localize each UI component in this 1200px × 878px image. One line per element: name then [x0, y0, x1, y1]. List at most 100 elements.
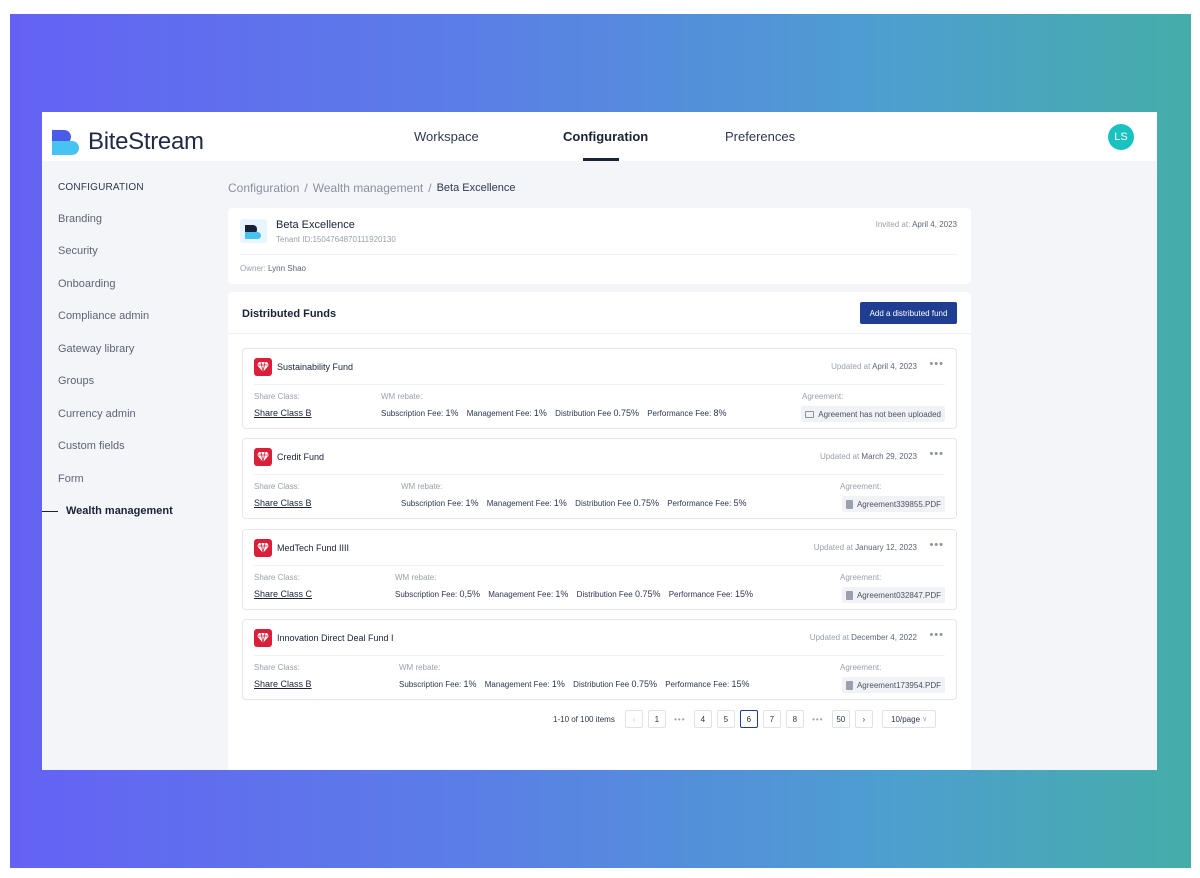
page-size-select[interactable]: 10/page v — [881, 710, 936, 728]
share-class-link[interactable]: Share Class B — [254, 408, 312, 418]
performance-fee-label: Performance Fee: — [665, 680, 730, 689]
distribution-fee-label: Distribution Fee — [575, 499, 632, 508]
owner-value: Lynn Shao — [268, 264, 306, 273]
add-distributed-fund-button[interactable]: Add a distributed fund — [860, 302, 957, 324]
fund-card[interactable]: Innovation Direct Deal Fund I Updated at… — [242, 619, 957, 700]
updated-label: Updated at — [809, 633, 849, 642]
management-fee-label: Management Fee: — [488, 590, 554, 599]
sidebar-item-compliance-admin[interactable]: Compliance admin — [58, 310, 149, 322]
fee-list: Subscription Fee: 1% Management Fee: 1% … — [381, 408, 732, 418]
more-horizontal-icon[interactable]: ••• — [929, 629, 944, 641]
breadcrumb-current: Beta Excellence — [436, 182, 516, 194]
ellipsis-icon[interactable]: ••• — [671, 715, 689, 724]
page-button[interactable]: 8 — [785, 710, 804, 728]
divider — [240, 254, 957, 255]
share-class-label: Share Class: — [254, 482, 300, 491]
fund-name: Credit Fund — [277, 452, 325, 462]
performance-fee-value: 15% — [734, 589, 753, 599]
fee-list: Subscription Fee: 1% Management Fee: 1% … — [401, 498, 752, 508]
page-button[interactable]: 1 — [647, 710, 666, 728]
pagination: 1-10 of 100 items ‹ 1 ••• 4 5 6 7 8 ••• … — [553, 710, 936, 728]
tab-preferences[interactable]: Preferences — [725, 129, 795, 144]
more-horizontal-icon[interactable]: ••• — [929, 448, 944, 460]
fund-card[interactable]: Credit Fund Updated at March 29, 2023 ••… — [242, 438, 957, 519]
tenant-logo-icon — [240, 219, 267, 243]
tenant-name: Beta Excellence — [276, 219, 355, 231]
current-page-button[interactable]: 6 — [739, 710, 758, 728]
active-item-indicator — [42, 511, 58, 512]
logo-mark-icon — [52, 129, 79, 155]
management-fee-label: Management Fee: — [484, 680, 550, 689]
ellipsis-icon[interactable]: ••• — [809, 715, 827, 724]
fund-updated: Updated at December 4, 2022 — [810, 633, 917, 642]
sidebar-item-form[interactable]: Form — [58, 473, 84, 485]
next-page-button[interactable]: › — [854, 710, 873, 728]
agreement-label: Agreement: — [840, 663, 882, 672]
fund-name: MedTech Fund IIII — [277, 543, 350, 553]
tenant-id: Tenant ID:1504764870111920130 — [276, 235, 396, 244]
breadcrumb: Configuration / Wealth management / Beta… — [228, 181, 515, 195]
wm-rebate-label: WM rebate: — [381, 392, 423, 401]
divider — [254, 565, 945, 566]
page-button[interactable]: 5 — [716, 710, 735, 728]
divider — [254, 474, 945, 475]
sidebar-item-security[interactable]: Security — [58, 245, 98, 257]
subscription-fee-value: 1% — [463, 679, 477, 689]
diamond-icon — [254, 448, 272, 466]
share-class-link[interactable]: Share Class B — [254, 498, 312, 508]
more-horizontal-icon[interactable]: ••• — [929, 539, 944, 551]
brand-logo[interactable]: BiteStream — [52, 128, 204, 156]
breadcrumb-wealth-management[interactable]: Wealth management — [313, 181, 424, 195]
management-fee-value: 1% — [555, 589, 569, 599]
fund-card[interactable]: MedTech Fund IIII Updated at January 12,… — [242, 529, 957, 610]
prev-page-button[interactable]: ‹ — [624, 710, 643, 728]
agreement-text: Agreement has not been uploaded — [818, 409, 941, 419]
page-button[interactable]: 50 — [831, 710, 850, 728]
agreement-file[interactable]: Agreement032847.PDF — [841, 587, 945, 603]
logo-text: BiteStream — [88, 128, 204, 155]
share-class-link[interactable]: Share Class C — [254, 589, 312, 599]
document-icon — [845, 680, 853, 690]
divider — [254, 655, 945, 656]
sidebar-item-onboarding[interactable]: Onboarding — [58, 278, 116, 290]
share-class-link[interactable]: Share Class B — [254, 679, 312, 689]
sidebar-item-groups[interactable]: Groups — [58, 375, 94, 387]
sidebar-item-wealth-management[interactable]: Wealth management — [66, 505, 173, 517]
management-fee-value: 1% — [533, 408, 547, 418]
sidebar-item-branding[interactable]: Branding — [58, 213, 102, 225]
fee-list: Subscription Fee: 1% Management Fee: 1% … — [399, 679, 755, 689]
management-fee-label: Management Fee: — [466, 409, 532, 418]
fund-updated: Updated at January 12, 2023 — [814, 543, 917, 552]
fund-updated: Updated at April 4, 2023 — [831, 362, 917, 371]
share-class-label: Share Class: — [254, 663, 300, 672]
sidebar-title: CONFIGURATION — [58, 182, 144, 193]
updated-value: January 12, 2023 — [855, 543, 917, 552]
page-button[interactable]: 7 — [762, 710, 781, 728]
agreement-label: Agreement: — [840, 573, 882, 582]
tab-configuration[interactable]: Configuration — [563, 129, 648, 144]
subscription-fee-value: 1% — [465, 498, 479, 508]
agreement-label: Agreement: — [802, 392, 844, 401]
agreement-file[interactable]: Agreement173954.PDF — [841, 677, 945, 693]
distribution-fee-label: Distribution Fee — [555, 409, 612, 418]
sidebar-item-currency-admin[interactable]: Currency admin — [58, 408, 136, 420]
diamond-icon — [254, 629, 272, 647]
fund-card[interactable]: Sustainability Fund Updated at April 4, … — [242, 348, 957, 429]
distribution-fee-label: Distribution Fee — [573, 680, 630, 689]
breadcrumb-separator: / — [304, 181, 308, 195]
breadcrumb-configuration[interactable]: Configuration — [228, 181, 299, 195]
user-avatar[interactable]: LS — [1108, 124, 1134, 150]
performance-fee-value: 8% — [713, 408, 727, 418]
sidebar-item-gateway-library[interactable]: Gateway library — [58, 343, 134, 355]
page-button[interactable]: 4 — [693, 710, 712, 728]
sidebar-item-custom-fields[interactable]: Custom fields — [58, 440, 125, 452]
performance-fee-label: Performance Fee: — [667, 499, 732, 508]
more-horizontal-icon[interactable]: ••• — [929, 358, 944, 370]
distribution-fee-value: 0.75% — [634, 589, 661, 599]
performance-fee-value: 5% — [733, 498, 747, 508]
breadcrumb-separator: / — [428, 181, 432, 195]
active-tab-indicator — [583, 158, 619, 161]
tab-workspace[interactable]: Workspace — [414, 129, 479, 144]
updated-label: Updated at — [820, 452, 860, 461]
agreement-file[interactable]: Agreement339855.PDF — [841, 496, 945, 512]
